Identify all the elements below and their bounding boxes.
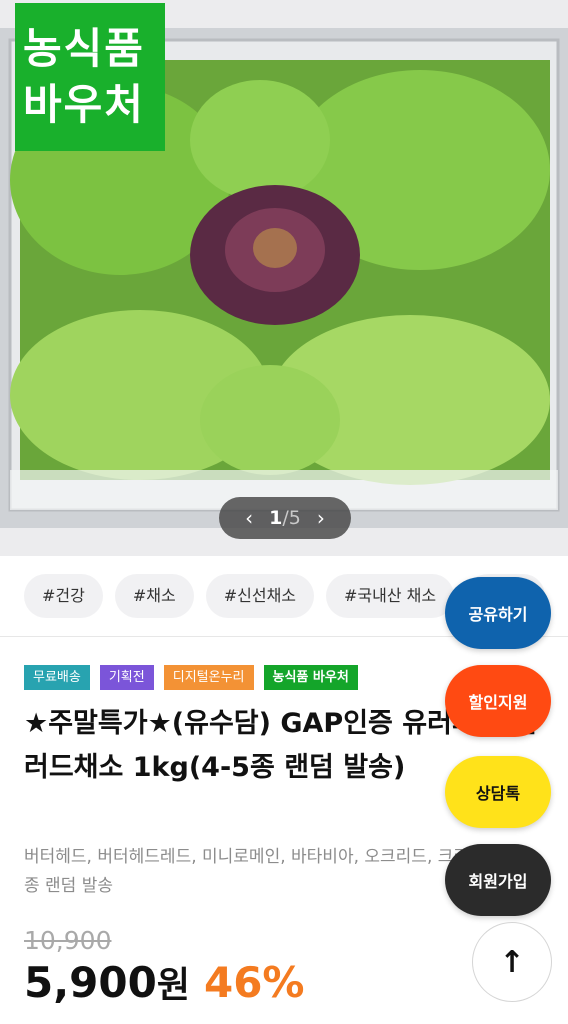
scroll-top-button[interactable]: ↑ <box>472 922 552 1002</box>
pager-current: 1 <box>269 507 283 529</box>
voucher-stamp-line1: 농식품 <box>23 24 145 73</box>
voucher-stamp-line2: 바우처 <box>23 80 145 129</box>
badge-list: 무료배송 기획전 디지털온누리 농식품 바우처 <box>24 665 358 690</box>
sign-up-button[interactable]: 회원가입 <box>445 844 551 916</box>
hashtag-chip[interactable]: #국내산 채소 <box>326 574 455 618</box>
share-button[interactable]: 공유하기 <box>445 577 551 649</box>
original-price: 10,900 <box>24 926 112 955</box>
product-image[interactable]: 농식품 바우처 ‹ 1/5 › <box>0 0 568 556</box>
hashtag-chip[interactable]: #신선채소 <box>205 574 315 618</box>
chevron-right-icon[interactable]: › <box>311 506 331 530</box>
voucher-stamp: 농식품 바우처 <box>15 3 165 151</box>
badge-free-shipping: 무료배송 <box>24 665 90 690</box>
hashtag-chip[interactable]: #채소 <box>114 574 194 618</box>
pager-total: 5 <box>288 507 301 529</box>
price-unit: 원 <box>156 965 190 1006</box>
discount-rate: 46% <box>203 958 305 1007</box>
discount-support-button[interactable]: 할인지원 <box>445 665 551 737</box>
badge-digital-onnuri: 디지털온누리 <box>163 665 254 690</box>
badge-food-voucher: 농식품 바우처 <box>263 665 358 690</box>
chevron-left-icon[interactable]: ‹ <box>239 506 259 530</box>
consult-talk-button[interactable]: 상담톡 <box>445 756 551 828</box>
arrow-up-icon: ↑ <box>499 944 525 980</box>
image-pager: ‹ 1/5 › <box>219 497 351 539</box>
sale-price: 5,900 <box>24 958 157 1007</box>
sale-price-row: 5,900원 46% <box>24 956 305 1008</box>
hashtag-chip[interactable]: #건강 <box>24 574 103 618</box>
badge-promotion: 기획전 <box>99 665 154 690</box>
